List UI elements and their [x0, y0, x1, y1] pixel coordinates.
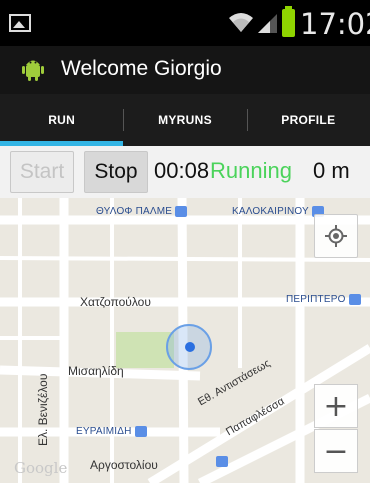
image-icon	[9, 14, 31, 32]
clock: 17:02	[300, 7, 370, 41]
tab-myruns[interactable]: MYRUNS	[123, 94, 246, 146]
signal-icon	[258, 14, 277, 33]
battery-icon	[282, 6, 295, 37]
map-label-kalokairinou: ΚΑΛΟΚΑΙΡΙΝΟΥ	[232, 206, 324, 217]
zoom-in-button[interactable]: +	[314, 384, 358, 428]
poi-icon	[348, 294, 361, 305]
poi-icon	[216, 456, 228, 467]
map-view[interactable]: ΘΥΛΟΦ ΠΑΛΜΕ ΚΑΛΟΚΑΙΡΙΝΟΥ Χατζοπούλου ΠΕΡ…	[0, 198, 370, 483]
map-label-peripteros: ΠΕΡΙΠΤΕΡΟ	[286, 294, 361, 305]
run-status: Running	[210, 158, 292, 183]
map-label-park: ΘΥΛΟΦ ΠΑΛΜΕ	[96, 206, 188, 217]
poi-icon	[134, 426, 147, 437]
tab-run[interactable]: RUN	[0, 94, 124, 146]
map-label-argostoliou: Αργοστολίου	[90, 458, 158, 472]
wifi-icon	[229, 13, 253, 32]
distance-readout: 0 m	[313, 158, 350, 183]
google-attribution: Google	[14, 459, 68, 477]
start-button[interactable]: Start	[10, 151, 74, 193]
elapsed-timer: 00:08	[154, 158, 210, 183]
my-location-marker	[185, 342, 195, 352]
my-location-button[interactable]	[314, 214, 358, 258]
run-controls: Start Stop 00:08 Running 0 m	[0, 146, 370, 198]
tab-profile[interactable]: PROFILE	[246, 94, 370, 146]
tab-bar: RUN MYRUNS PROFILE	[0, 94, 370, 146]
map-label-misailidi: Μισαηλίδη	[68, 364, 124, 378]
page-title: Welcome Giorgio	[61, 57, 222, 80]
action-bar: Welcome Giorgio	[0, 46, 370, 94]
zoom-out-button[interactable]: −	[314, 429, 358, 473]
map-label-evrypidi: ΕΥΡΑΙΜΙΔΗ	[76, 426, 147, 437]
crosshair-icon	[325, 225, 347, 247]
android-app-icon	[22, 60, 44, 81]
status-bar: 17:02	[0, 0, 370, 46]
map-label-chatzopoulou: Χατζοπούλου	[80, 295, 151, 309]
poi-icon	[175, 206, 188, 217]
map-label-venizelou: Ελ. Βενιζέλου	[36, 373, 50, 446]
stop-button[interactable]: Stop	[84, 151, 148, 193]
